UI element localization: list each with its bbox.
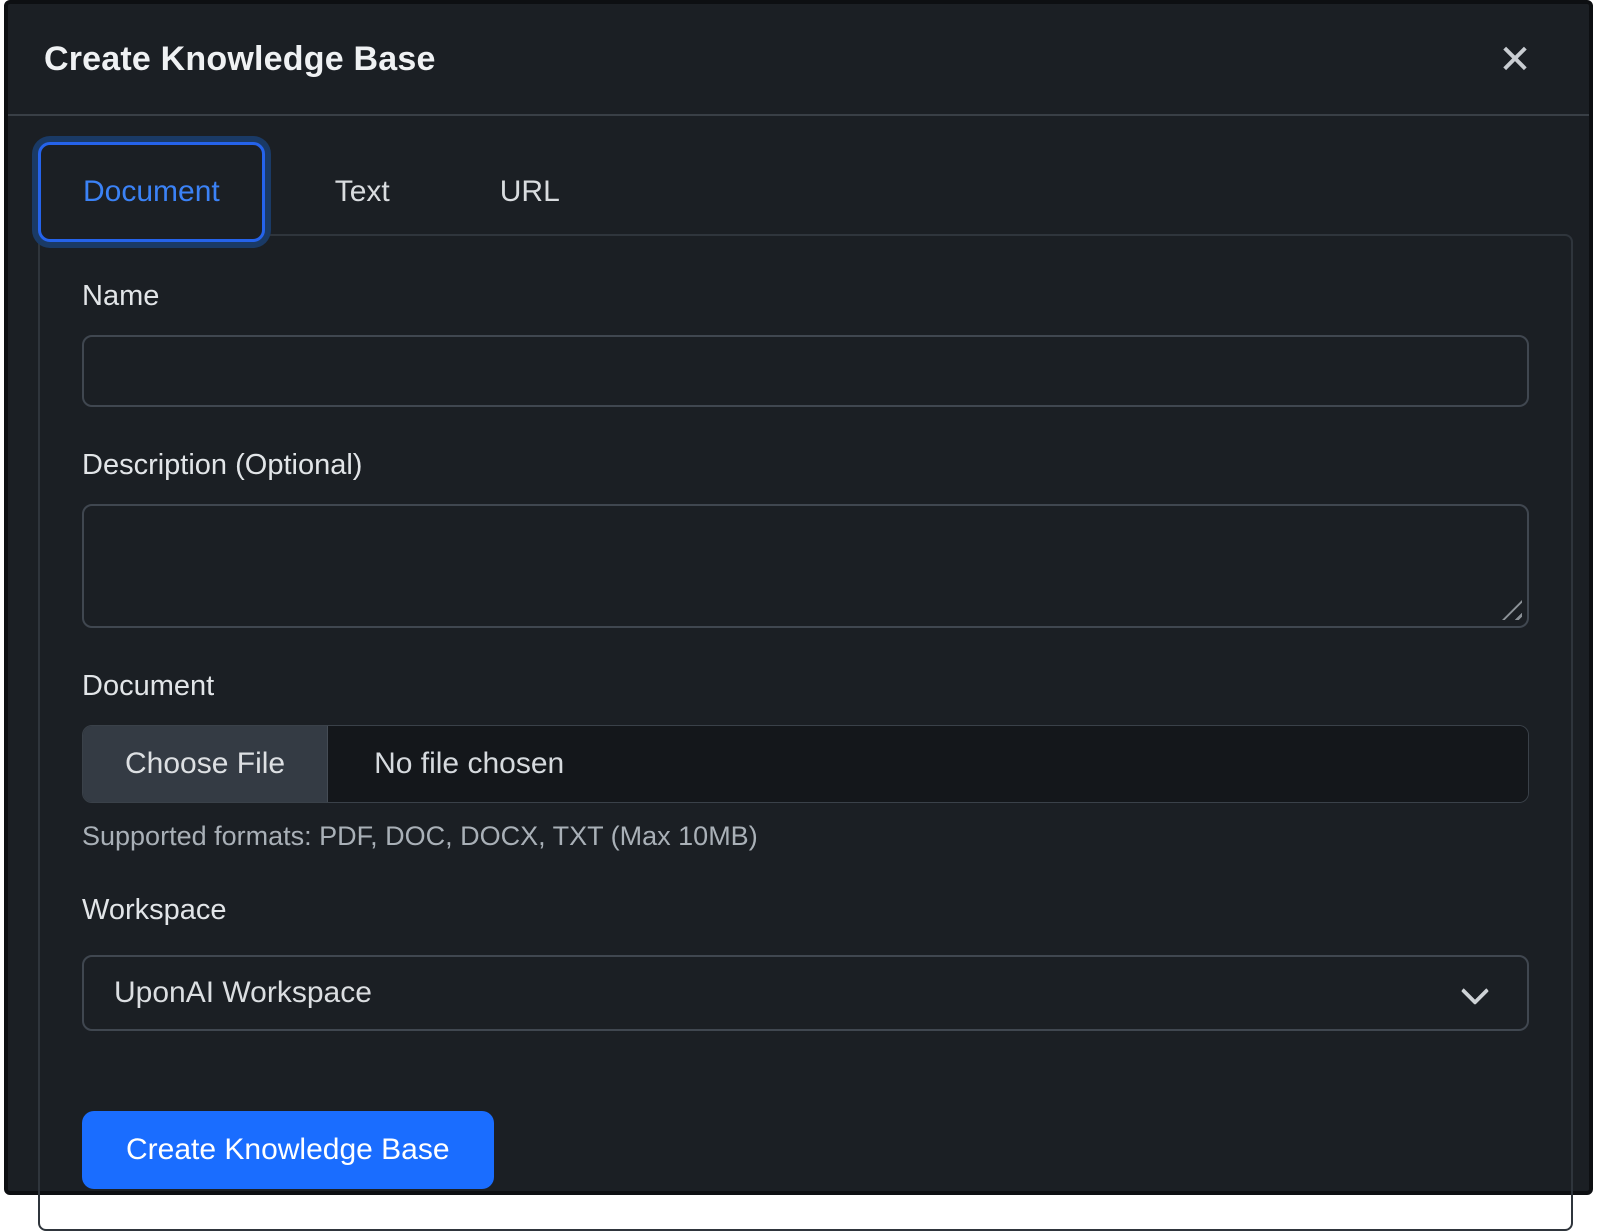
modal-title: Create Knowledge Base bbox=[44, 40, 436, 79]
workspace-selected-value: UponAI Workspace bbox=[114, 976, 372, 1010]
tab-bar: Document Text URL bbox=[38, 142, 1561, 242]
description-textarea[interactable] bbox=[82, 504, 1529, 628]
workspace-label: Workspace bbox=[82, 894, 1529, 927]
chevron-down-icon bbox=[1461, 977, 1489, 1005]
modal-header: Create Knowledge Base ✕ bbox=[8, 4, 1589, 116]
workspace-select[interactable]: UponAI Workspace bbox=[82, 955, 1529, 1031]
name-input[interactable] bbox=[82, 335, 1529, 407]
tab-url[interactable]: URL bbox=[460, 142, 600, 242]
document-field-group: Document Choose File No file chosen Supp… bbox=[82, 670, 1529, 852]
tab-panel-document: Name Description (Optional) Document Cho… bbox=[38, 234, 1573, 1231]
description-label: Description (Optional) bbox=[82, 449, 1529, 482]
tab-document[interactable]: Document bbox=[38, 142, 265, 242]
file-status-text: No file chosen bbox=[328, 726, 1528, 802]
create-knowledge-base-button-label: Create Knowledge Base bbox=[126, 1133, 450, 1166]
choose-file-button[interactable]: Choose File bbox=[83, 726, 328, 802]
name-label: Name bbox=[82, 280, 1529, 313]
tab-url-label: URL bbox=[500, 175, 560, 209]
tab-text-label: Text bbox=[335, 175, 390, 209]
tab-text[interactable]: Text bbox=[295, 142, 430, 242]
document-label: Document bbox=[82, 670, 1529, 703]
workspace-field-group: Workspace UponAI Workspace bbox=[82, 894, 1529, 1031]
supported-formats-hint: Supported formats: PDF, DOC, DOCX, TXT (… bbox=[82, 821, 1529, 852]
name-field-group: Name bbox=[82, 280, 1529, 407]
create-knowledge-base-button[interactable]: Create Knowledge Base bbox=[82, 1111, 494, 1189]
description-field-group: Description (Optional) bbox=[82, 449, 1529, 628]
document-file-input[interactable]: Choose File No file chosen bbox=[82, 725, 1529, 803]
tab-document-label: Document bbox=[83, 175, 220, 209]
description-textarea-wrap bbox=[82, 504, 1529, 628]
close-button[interactable]: ✕ bbox=[1489, 34, 1541, 86]
close-icon: ✕ bbox=[1498, 40, 1532, 80]
create-knowledge-base-modal: Create Knowledge Base ✕ Document Text UR… bbox=[4, 0, 1593, 1195]
